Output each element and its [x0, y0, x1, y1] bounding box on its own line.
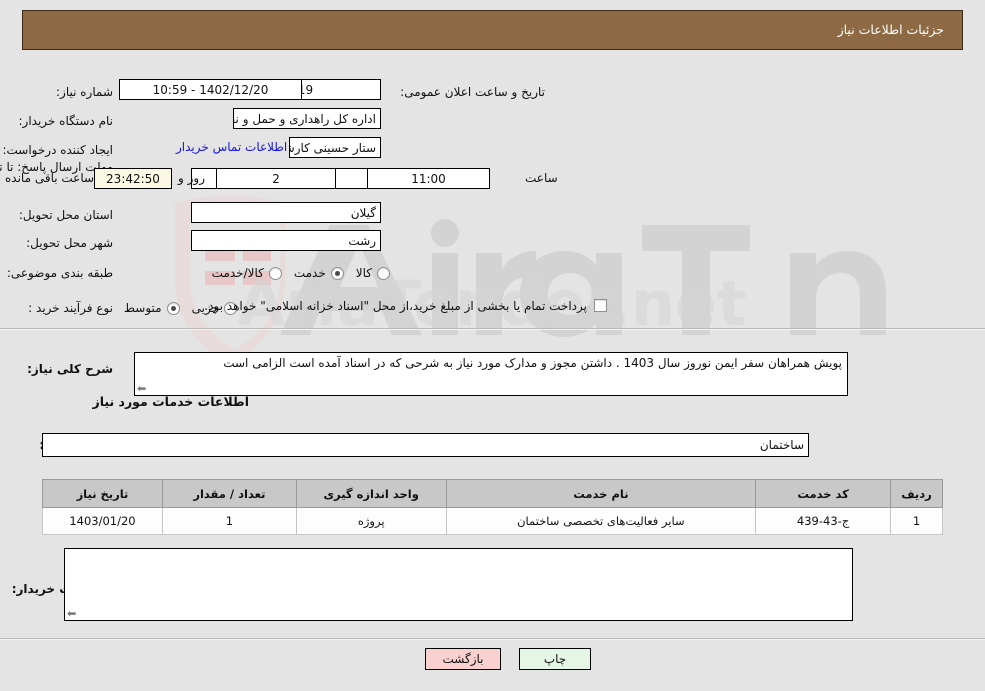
cell-code: ج-43-439 — [755, 507, 892, 535]
section-divider-top — [0, 328, 985, 330]
cell-date: 1403/01/20 — [42, 507, 163, 535]
buyer-org-label: نام دستگاه خریدار: — [18, 114, 114, 128]
need-number-label-row: شماره نیاز: — [56, 80, 113, 104]
request-creator-value[interactable]: ستار حسینی کارشناس پیمان ورسیدگی اداره ک… — [289, 137, 381, 158]
col-header-date: تاریخ نیاز — [42, 479, 163, 508]
page-title: جزئیات اطلاعات نیاز — [837, 22, 944, 37]
description-text: پویش همراهان سفر ایمن نوروز سال 1403 . د… — [223, 356, 842, 370]
page-root: AriaTender.net جزئیات اطلاعات نیاز شماره… — [0, 0, 985, 691]
section-divider-bottom — [0, 638, 985, 640]
radio-category-kala-khedmat-label: کالا/خدمت — [211, 266, 264, 280]
col-header-unit: واحد اندازه گیری — [295, 479, 447, 508]
announcement-datetime-value[interactable]: 1402/12/20 - 10:59 — [119, 79, 302, 100]
needs-table-wrapper: ردیف کد خدمت نام خدمت واحد اندازه گیری ت… — [42, 479, 943, 535]
table-row: 1 ج-43-439 سایر فعالیت‌های تخصصی ساختمان… — [42, 507, 943, 535]
buyer-notes-textarea[interactable]: ➡ — [64, 548, 853, 621]
announcement-datetime-label: تاریخ و ساعت اعلان عمومی: — [400, 85, 545, 99]
delivery-province-value[interactable]: گیلان — [191, 202, 381, 223]
response-deadline-time-label: ساعت — [525, 171, 558, 185]
treasury-note-text: پرداخت تمام یا بخشی از مبلغ خرید،از محل … — [204, 299, 587, 313]
cell-unit: پروژه — [295, 507, 447, 535]
radio-category-kala-label: کالا — [355, 266, 372, 280]
print-button[interactable]: چاپ — [519, 648, 591, 670]
response-deadline-time[interactable]: 11:00 — [367, 168, 490, 189]
description-label: شرح کلی نیاز: — [27, 362, 113, 376]
purchase-process-label: نوع فرآیند خرید : — [28, 301, 113, 315]
subject-category-label-row: طبقه بندی موضوعی: — [7, 261, 113, 285]
buyer-contact-link[interactable]: اطلاعات تماس خریدار — [176, 140, 287, 154]
cell-name: سایر فعالیت‌های تخصصی ساختمان — [445, 507, 757, 535]
response-deadline-days[interactable]: 2 — [216, 168, 336, 189]
radio-process-motevaset[interactable] — [166, 301, 180, 315]
radio-category-khedmat-label: خدمت — [293, 266, 326, 280]
subject-category-label: طبقه بندی موضوعی: — [6, 266, 113, 280]
needs-table-header-row: ردیف کد خدمت نام خدمت واحد اندازه گیری ت… — [42, 479, 943, 508]
response-deadline-countdown: 23:42:50 — [94, 168, 172, 189]
radio-category-kala[interactable] — [377, 266, 390, 280]
buyer-org-value[interactable]: اداره کل راهداری و حمل و نقل جاده ای است… — [233, 108, 381, 129]
radio-process-motevaset-label: متوسط — [123, 301, 162, 315]
description-textarea[interactable]: پویش همراهان سفر ایمن نوروز سال 1403 . د… — [134, 352, 848, 396]
cell-quantity: 1 — [161, 507, 297, 535]
col-header-code: کد خدمت — [755, 479, 892, 508]
delivery-province-label: استان محل تحویل: — [18, 208, 113, 222]
service-group-value[interactable]: ساختمان — [42, 433, 809, 457]
col-header-name: نام خدمت — [445, 479, 757, 508]
resize-grip-icon-2[interactable]: ➡ — [67, 607, 79, 620]
response-deadline-days-suffix-label: روز و — [178, 171, 205, 185]
radio-category-khedmat[interactable] — [330, 266, 344, 280]
subject-category-radio-group: کالا خدمت کالا/خدمت — [200, 261, 390, 285]
col-header-index: ردیف — [890, 479, 943, 508]
purchase-process-label-row: نوع فرآیند خرید : — [28, 296, 113, 320]
announcement-datetime-label-row: تاریخ و ساعت اعلان عمومی: — [400, 80, 545, 104]
request-creator-label-row: ایجاد کننده درخواست: — [2, 138, 113, 162]
delivery-city-label: شهر محل تحویل: — [26, 236, 113, 250]
page-header-bar: جزئیات اطلاعات نیاز — [22, 10, 963, 50]
delivery-city-value[interactable]: رشت — [191, 230, 381, 251]
request-creator-label: ایجاد کننده درخواست: — [2, 143, 113, 157]
needs-table: ردیف کد خدمت نام خدمت واحد اندازه گیری ت… — [42, 479, 943, 535]
col-header-quantity: تعداد / مقدار — [161, 479, 297, 508]
need-number-label: شماره نیاز: — [56, 85, 113, 99]
radio-category-kala-khedmat[interactable] — [268, 266, 282, 280]
response-deadline-countdown-suffix-label: ساعت باقی مانده — [5, 171, 95, 185]
watermark-logo: AriaTender.net — [175, 195, 886, 365]
delivery-province-label-row: استان محل تحویل: — [19, 203, 113, 227]
services-section-title: اطلاعات خدمات مورد نیاز — [92, 394, 250, 409]
delivery-city-label-row: شهر محل تحویل: — [26, 231, 113, 255]
cell-index: 1 — [890, 507, 943, 535]
back-button[interactable]: بازگشت — [425, 648, 501, 670]
treasury-note-checkbox[interactable] — [594, 299, 607, 312]
buyer-org-label-row: نام دستگاه خریدار: — [19, 109, 114, 133]
